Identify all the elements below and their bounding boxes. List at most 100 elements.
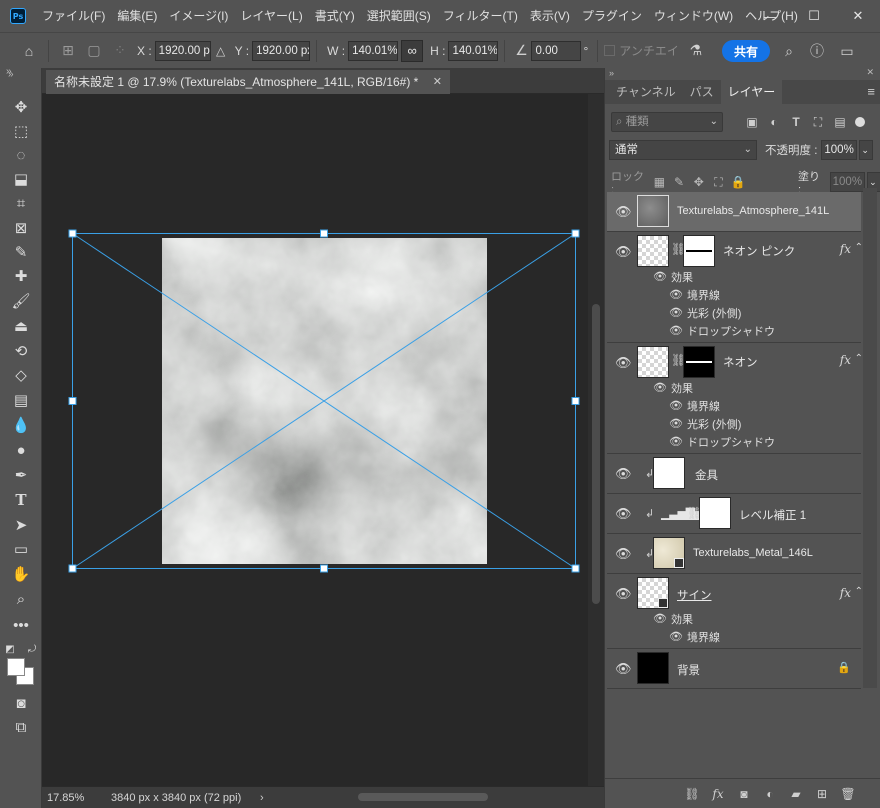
filter-adjustment-icon[interactable]: ◐ xyxy=(763,112,785,132)
filter-toggle-icon[interactable] xyxy=(855,117,865,127)
panel-collapse-icon[interactable]: » xyxy=(605,68,880,80)
transform-handle[interactable] xyxy=(320,229,328,238)
effect-stroke[interactable]: 境界線 xyxy=(687,398,720,414)
layer-row-neon[interactable]: 👁 ⛓ ネオン fx ⌃ 👁 効果 👁 境界線 👁 光彩 (外側) 👁 ドロップ… xyxy=(607,343,863,454)
visibility-eye-icon[interactable]: 👁 xyxy=(669,288,683,301)
chevron-up-icon[interactable]: ⌃ xyxy=(855,242,863,253)
tab-channels[interactable]: チャンネル xyxy=(609,80,683,104)
visibility-eye-icon[interactable]: 👁 xyxy=(653,381,667,394)
effect-stroke[interactable]: 境界線 xyxy=(687,287,720,303)
lock-all-icon[interactable]: 🔒 xyxy=(728,172,748,192)
opacity-label: 不透明度 : xyxy=(765,145,818,157)
layer-name[interactable]: Texturelabs_Atmosphere_141L xyxy=(677,205,829,217)
layer-row-metal[interactable]: 👁 ↲ Texturelabs_Metal_146L xyxy=(607,534,861,574)
fx-icon[interactable]: fx xyxy=(840,586,851,600)
chevron-up-icon[interactable]: ⌃ xyxy=(855,586,863,597)
layer-mask-thumbnail xyxy=(683,235,715,267)
lock-position-icon[interactable]: ✥ xyxy=(689,172,709,192)
transform-handle[interactable] xyxy=(571,397,580,405)
layer-thumbnail xyxy=(653,457,685,489)
effect-outer-glow[interactable]: 光彩 (外側) xyxy=(687,416,741,432)
visibility-eye-icon[interactable]: 👁 xyxy=(669,417,683,430)
filter-type-icon[interactable]: T xyxy=(785,112,807,132)
layer-name[interactable]: レベル補正 1 xyxy=(739,507,806,523)
transform-handle[interactable] xyxy=(68,397,77,405)
filter-smart-object-icon[interactable]: ▤ xyxy=(829,112,851,132)
layer-row-sign[interactable]: 👁 サイン fx ⌃ 👁 効果 👁 境界線 xyxy=(607,574,863,649)
add-style-icon[interactable]: fx xyxy=(705,787,731,801)
vertical-scrollbar[interactable] xyxy=(588,94,604,786)
horizontal-scrollbar-thumb[interactable] xyxy=(358,793,488,801)
visibility-eye-icon[interactable]: 👁 xyxy=(669,435,683,448)
layer-name[interactable]: ネオン xyxy=(723,354,758,370)
visibility-eye-icon[interactable]: 👁 xyxy=(669,630,683,643)
fill-field[interactable]: 100% xyxy=(829,172,866,192)
transform-handle[interactable] xyxy=(68,564,77,573)
document-size-info: 3840 px x 3840 px (72 ppi) xyxy=(111,791,242,804)
search-icon: ⌕ xyxy=(616,116,626,128)
layer-name[interactable]: Texturelabs_Metal_146L xyxy=(693,547,813,559)
effect-drop-shadow[interactable]: ドロップシャドウ xyxy=(687,434,775,450)
lock-artboard-icon[interactable]: ⛶ xyxy=(709,172,729,192)
visibility-eye-icon[interactable]: 👁 xyxy=(669,324,683,337)
effect-drop-shadow[interactable]: ドロップシャドウ xyxy=(687,323,775,339)
layer-row-metal-fitting[interactable]: 👁 ↲ 金具 xyxy=(607,454,861,494)
transform-handle[interactable] xyxy=(571,564,580,573)
visibility-eye-icon[interactable]: 👁 xyxy=(615,245,632,258)
panel-scrollbar[interactable] xyxy=(863,188,877,688)
zoom-level[interactable]: 17.85% xyxy=(47,792,107,804)
add-mask-icon[interactable]: ◙ xyxy=(731,787,757,801)
opacity-chevron-icon[interactable]: ⌄ xyxy=(859,140,874,160)
visibility-eye-icon[interactable]: 👁 xyxy=(615,662,632,675)
chevron-down-icon: ⌄ xyxy=(743,144,752,155)
foreground-color-swatch[interactable] xyxy=(7,658,25,676)
lock-transparent-icon[interactable]: ▦ xyxy=(650,172,670,192)
effect-stroke[interactable]: 境界線 xyxy=(687,629,720,645)
visibility-eye-icon[interactable]: 👁 xyxy=(615,507,632,520)
layer-row-background[interactable]: 👁 背景 🔒 xyxy=(607,649,861,689)
layer-name[interactable]: 金具 xyxy=(695,467,718,483)
blend-mode-dropdown[interactable]: 通常 ⌄ xyxy=(609,140,757,160)
new-adjustment-icon[interactable]: ◐ xyxy=(757,787,783,801)
filter-shape-icon[interactable]: ⛶ xyxy=(807,112,829,132)
layer-row-atmosphere[interactable]: 👁 Texturelabs_Atmosphere_141L xyxy=(607,192,861,232)
layer-row-levels[interactable]: 👁 ↲ ▁▃▅▇▅▃▁ ⛓ レベル補正 1 xyxy=(607,494,861,534)
tab-layers[interactable]: レイヤー xyxy=(720,80,783,104)
layer-name[interactable]: サイン xyxy=(677,587,712,603)
new-group-icon[interactable]: ▰ xyxy=(783,787,809,801)
status-arrow-icon[interactable]: › xyxy=(260,792,264,804)
filter-pixel-icon[interactable]: ▣ xyxy=(741,112,763,132)
panel-close-icon[interactable]: ✕ xyxy=(866,67,874,78)
visibility-eye-icon[interactable]: 👁 xyxy=(669,306,683,319)
panel-menu-icon[interactable]: ≡ xyxy=(867,84,875,99)
layer-row-neon-pink[interactable]: 👁 ⛓ ネオン ピンク fx ⌃ 👁 効果 👁 境界線 👁 光彩 (外側) 👁 … xyxy=(607,232,863,343)
fx-icon[interactable]: fx xyxy=(840,353,851,367)
visibility-eye-icon[interactable]: 👁 xyxy=(615,205,632,218)
transform-handle[interactable] xyxy=(68,229,77,238)
clipping-arrow-icon: ↲ xyxy=(645,508,655,520)
lock-image-icon[interactable]: ✎ xyxy=(669,172,689,192)
visibility-eye-icon[interactable]: 👁 xyxy=(653,612,667,625)
fx-icon[interactable]: fx xyxy=(840,242,851,256)
layer-name[interactable]: ネオン ピンク xyxy=(723,243,795,259)
visibility-eye-icon[interactable]: 👁 xyxy=(615,467,632,480)
new-layer-icon[interactable]: ⊞ xyxy=(809,787,835,801)
layer-thumbnail xyxy=(653,537,685,569)
visibility-eye-icon[interactable]: 👁 xyxy=(615,587,632,600)
visibility-eye-icon[interactable]: 👁 xyxy=(615,356,632,369)
chevron-down-icon: ⌄ xyxy=(709,116,718,127)
effect-outer-glow[interactable]: 光彩 (外側) xyxy=(687,305,741,321)
trash-icon[interactable]: 🗑 xyxy=(835,787,861,801)
chevron-up-icon[interactable]: ⌃ xyxy=(855,353,863,364)
tab-paths[interactable]: パス xyxy=(683,80,721,104)
transform-handle[interactable] xyxy=(320,564,328,573)
opacity-field[interactable]: 100% xyxy=(821,140,858,160)
scrollbar-thumb[interactable] xyxy=(592,304,600,604)
visibility-eye-icon[interactable]: 👁 xyxy=(669,399,683,412)
visibility-eye-icon[interactable]: 👁 xyxy=(615,547,632,560)
layer-filter-dropdown[interactable]: ⌕ 種類 ⌄ xyxy=(611,112,723,132)
transform-handle[interactable] xyxy=(571,229,580,238)
visibility-eye-icon[interactable]: 👁 xyxy=(653,270,667,283)
link-layers-icon[interactable]: ⛓ xyxy=(679,787,705,801)
layer-name[interactable]: 背景 xyxy=(677,662,700,678)
